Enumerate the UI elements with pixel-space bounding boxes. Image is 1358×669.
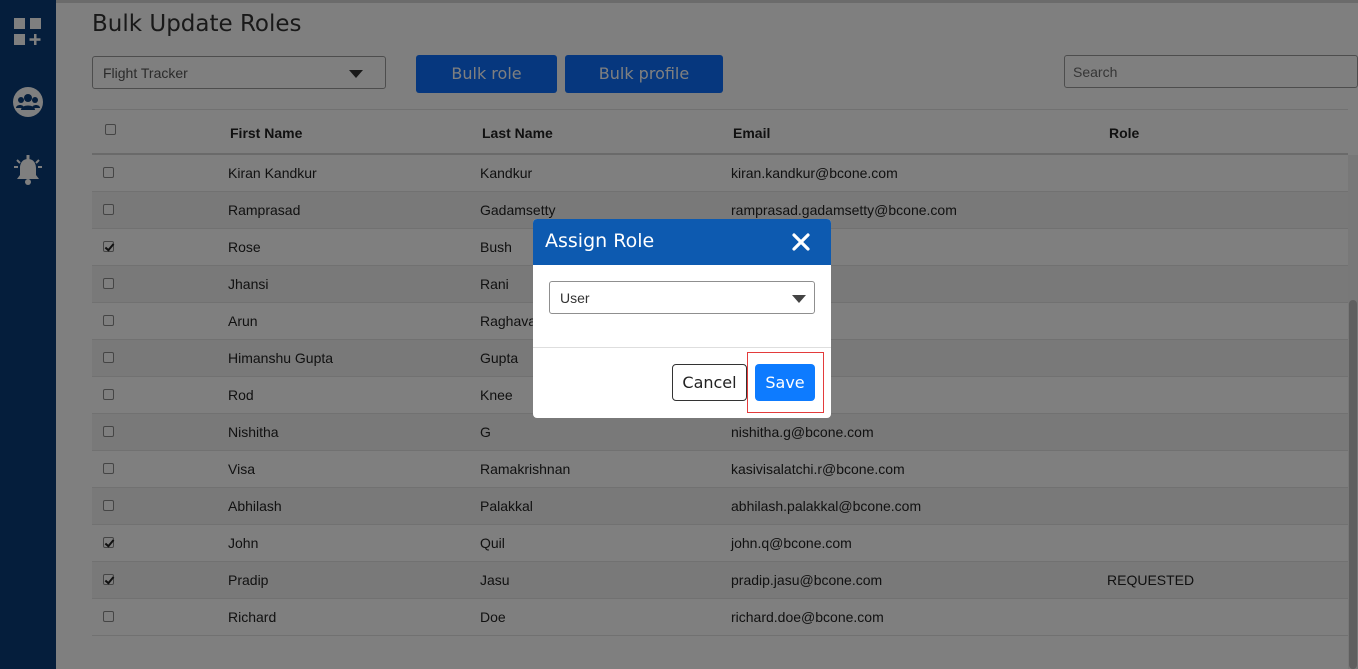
modal-title: Assign Role xyxy=(545,230,655,252)
close-icon[interactable] xyxy=(791,232,811,252)
modal-header: Assign Role xyxy=(533,219,831,265)
modal-footer-divider xyxy=(533,347,831,348)
role-select-value: User xyxy=(560,290,590,306)
chevron-down-icon xyxy=(792,295,806,303)
role-select[interactable]: User xyxy=(549,281,815,314)
cancel-button[interactable]: Cancel xyxy=(672,364,747,401)
save-highlight-box xyxy=(747,352,824,413)
